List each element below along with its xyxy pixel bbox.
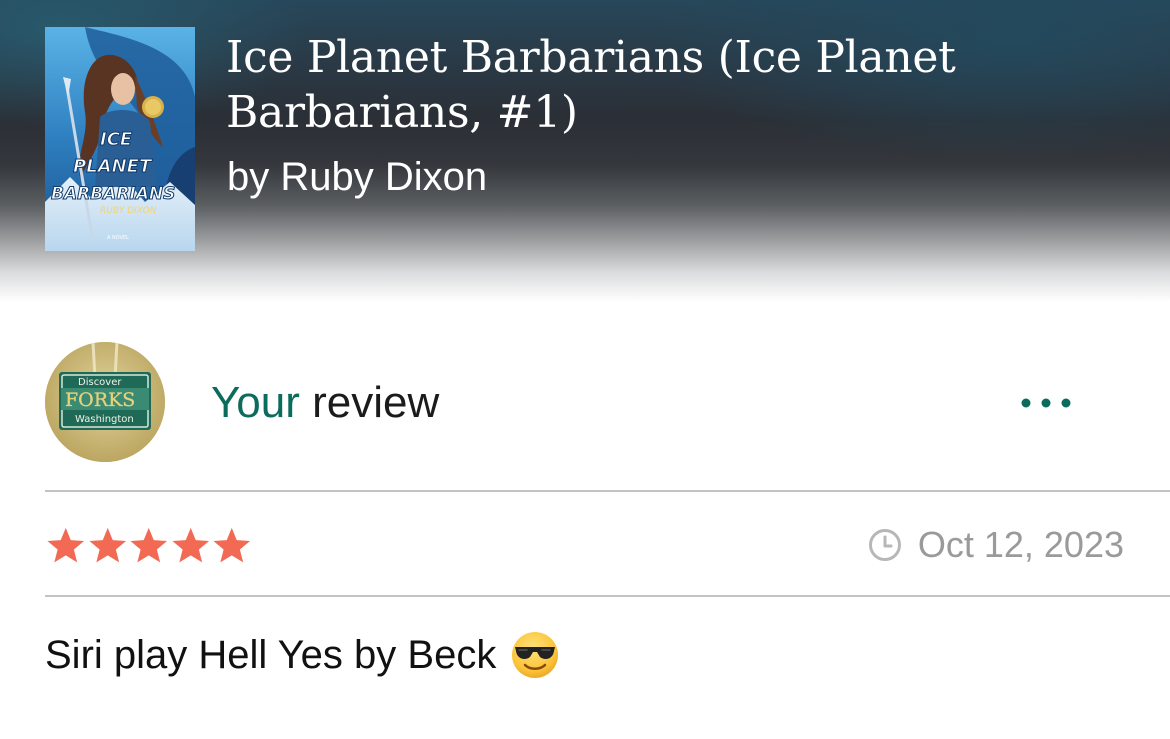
star-icon xyxy=(130,527,168,563)
avatar-sign-line3: Washington xyxy=(75,414,134,425)
review-heading: Your review xyxy=(211,378,439,428)
star-icon xyxy=(213,527,251,563)
cover-title-line2: PLANET xyxy=(73,156,153,177)
review-date-group: Oct 12, 2023 xyxy=(868,524,1124,566)
avatar-sign-line1: Discover xyxy=(78,377,122,388)
star-icon xyxy=(171,527,209,563)
review-heading-accent: Your xyxy=(211,378,300,427)
star-icon xyxy=(47,527,85,563)
book-cover[interactable]: ICE PLANET BARBARIANS RUBY DIXON A NOVEL xyxy=(45,27,195,251)
star-rating xyxy=(45,525,253,567)
avatar-image: Discover FORKS Washington xyxy=(45,342,165,462)
cover-title-line3: BARBARIANS xyxy=(51,184,175,204)
book-header: ICE PLANET BARBARIANS RUBY DIXON A NOVEL… xyxy=(0,0,1170,305)
book-author[interactable]: by Ruby Dixon xyxy=(227,154,487,200)
review-date: Oct 12, 2023 xyxy=(917,524,1124,565)
clock-icon xyxy=(868,529,901,561)
avatar[interactable]: Discover FORKS Washington xyxy=(45,342,165,462)
star-icon xyxy=(88,527,126,563)
more-options-button[interactable] xyxy=(1014,388,1078,418)
book-title[interactable]: Ice Planet Barbarians (Ice Planet Barbar… xyxy=(226,30,1046,140)
review-body: Siri play Hell Yes by Beck xyxy=(45,628,560,682)
divider xyxy=(45,595,1170,597)
review-text: Siri play Hell Yes by Beck xyxy=(45,633,497,677)
cover-author: RUBY DIXON xyxy=(100,206,157,216)
avatar-sign-line2: FORKS xyxy=(65,389,135,411)
cover-title-line1: ICE xyxy=(100,129,133,150)
more-horizontal-icon xyxy=(1021,398,1071,408)
cover-tag: A NOVEL xyxy=(107,235,129,241)
book-cover-art: ICE PLANET BARBARIANS RUBY DIXON A NOVEL xyxy=(45,27,195,251)
review-heading-rest: review xyxy=(299,378,440,427)
sunglasses-emoji-icon xyxy=(512,632,559,678)
divider xyxy=(45,490,1170,492)
